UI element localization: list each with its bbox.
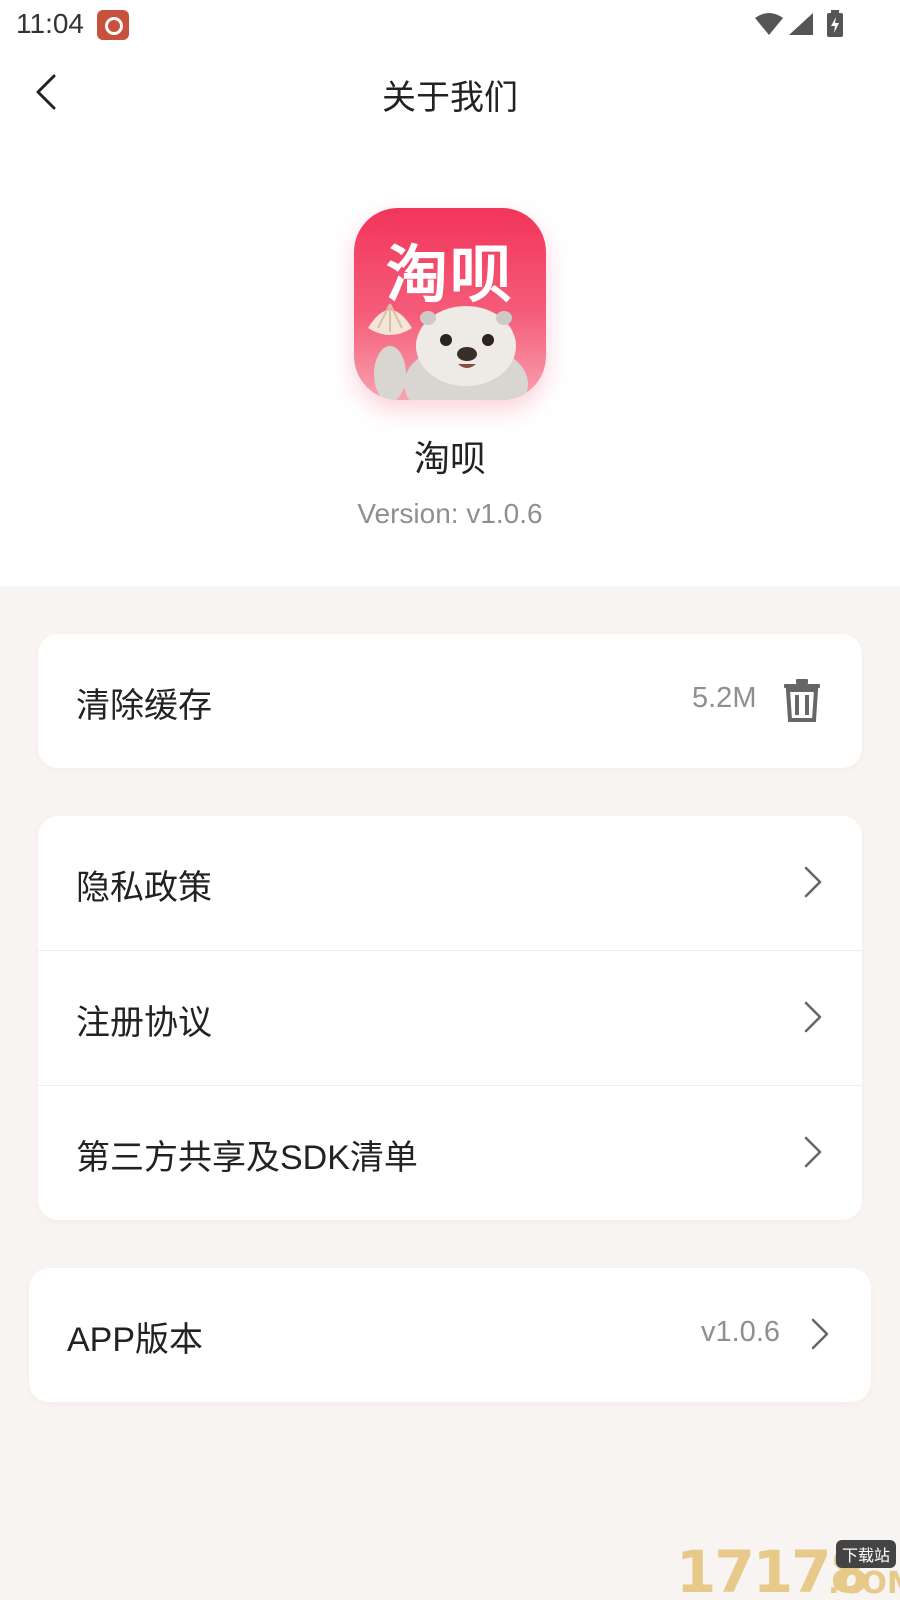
privacy-policy-label: 隐私政策: [76, 869, 212, 907]
cache-size: 5.2M: [692, 682, 757, 714]
registration-agreement-label: 注册协议: [76, 1004, 212, 1042]
privacy-policy-row[interactable]: 隐私政策: [38, 816, 862, 950]
app-version-label: APP版本: [67, 1321, 204, 1359]
chevron-right-icon: [804, 866, 822, 898]
status-time: 11:04: [16, 8, 84, 39]
watermark-com: .COM: [828, 1566, 900, 1600]
wifi-icon: [755, 13, 783, 35]
trash-icon[interactable]: [782, 678, 822, 722]
clear-cache-label: 清除缓存: [76, 687, 212, 725]
clear-cache-card[interactable]: 清除缓存 5.2M: [38, 634, 862, 768]
sdk-list-row[interactable]: 第三方共享及SDK清单: [38, 1086, 862, 1220]
app-version-row[interactable]: APP版本 v1.0.6: [29, 1268, 871, 1402]
status-bar: 11:04: [0, 0, 900, 50]
app-name: 淘呗: [413, 438, 486, 479]
chevron-right-icon: [804, 1136, 822, 1168]
notification-app-icon: [97, 10, 129, 40]
registration-agreement-row[interactable]: 注册协议: [38, 951, 862, 1085]
policy-links-card: 隐私政策 注册协议 第三方共享及SDK清单: [38, 816, 862, 1220]
header-section: 11:04 关于我们 淘呗 淘呗 Version: v1.0.6: [0, 0, 900, 586]
app-version-text: Version: v1.0.6: [357, 498, 543, 529]
sdk-list-label: 第三方共享及SDK清单: [76, 1139, 418, 1177]
otter-mascot-icon: [368, 303, 528, 400]
chevron-right-icon: [811, 1318, 829, 1350]
chevron-right-icon: [804, 1001, 822, 1033]
app-version-value: v1.0.6: [701, 1316, 780, 1348]
watermark-sub: 下载站: [836, 1540, 897, 1568]
nav-bar: 关于我们: [0, 50, 900, 134]
clear-cache-row[interactable]: 清除缓存 5.2M: [38, 634, 862, 768]
app-version-card[interactable]: APP版本 v1.0.6: [29, 1268, 871, 1402]
page-title: 关于我们: [382, 79, 518, 117]
battery-charging-icon: [827, 10, 843, 37]
signal-icon: [789, 13, 813, 35]
app-logo: 淘呗: [354, 208, 546, 400]
